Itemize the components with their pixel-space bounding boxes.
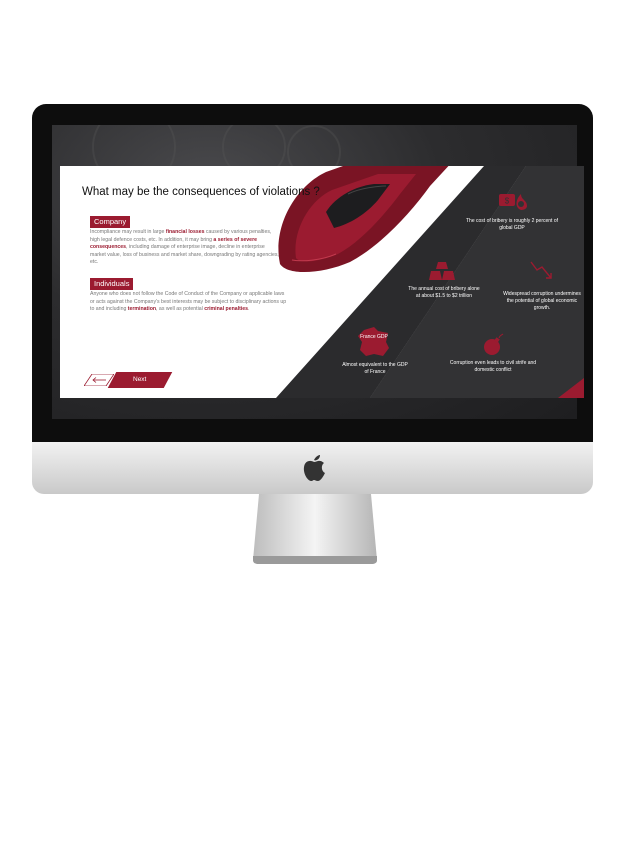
imac-stand	[253, 494, 377, 564]
fact-gdp-france: Almost equivalent to the GDP of France	[342, 362, 408, 375]
slide-title: What may be the consequences of violatio…	[82, 186, 320, 198]
svg-text:$: $	[505, 197, 510, 206]
company-paragraph: Incompliance may result in large financi…	[90, 229, 279, 266]
company-tag: Company	[90, 216, 131, 228]
apple-logo-icon	[303, 455, 325, 481]
next-button-label: Next	[133, 376, 147, 383]
fact-bribery-cost-gdp: The cost of bribery is roughly 2 percent…	[466, 218, 558, 231]
france-gdp-label: France GDP	[360, 334, 388, 340]
decline-chart-icon	[530, 261, 552, 279]
france-map-icon	[358, 327, 389, 356]
bomb-icon	[484, 333, 504, 355]
gold-bars-icon	[429, 262, 455, 280]
individuals-paragraph: Anyone who does not follow the Code of C…	[90, 291, 287, 313]
next-button[interactable]: Next	[107, 372, 173, 388]
course-slide: What may be the consequences of violatio…	[60, 166, 584, 398]
fact-economic-growth: Widespread corruption undermines the pot…	[503, 291, 581, 311]
individuals-tag: Individuals	[90, 278, 134, 290]
money-fire-icon: $	[499, 194, 527, 210]
fact-civil-strife: Corruption even leads to civil strife an…	[449, 360, 537, 373]
fact-annual-bribery-cost: The annual cost of bribery alone at abou…	[408, 286, 480, 299]
